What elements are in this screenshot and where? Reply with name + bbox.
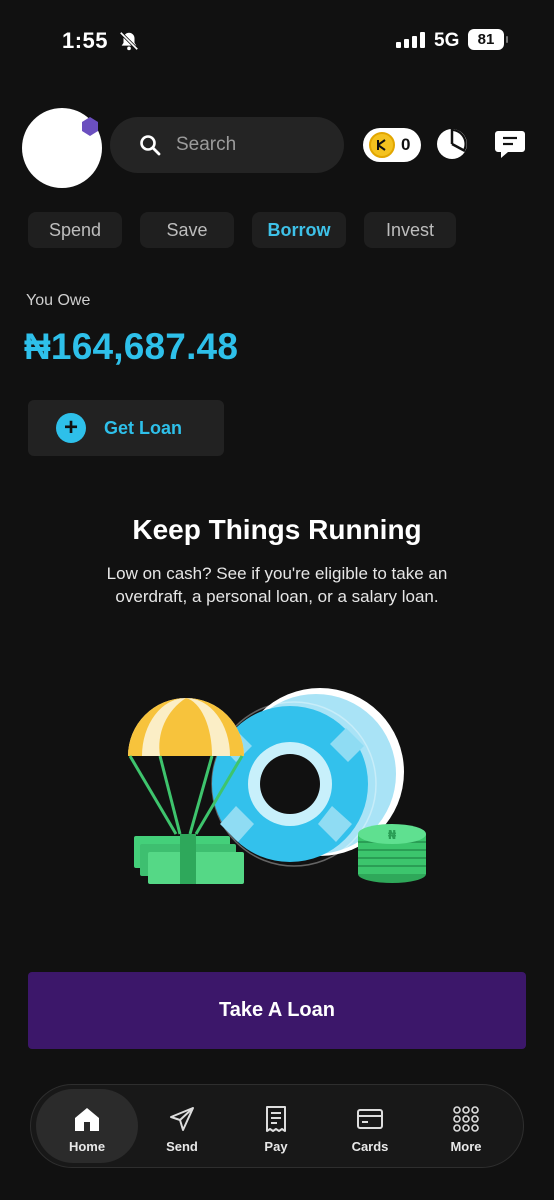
signal-icon (396, 32, 425, 48)
card-icon (357, 1109, 383, 1129)
plus-icon: + (56, 413, 86, 443)
get-loan-button[interactable]: + Get Loan (28, 400, 224, 456)
nav-cards-label: Cards (351, 1139, 389, 1154)
take-loan-button[interactable]: Take A Loan (28, 972, 526, 1049)
nav-send-label: Send (166, 1139, 198, 1154)
coin-icon (369, 132, 395, 158)
nav-send[interactable]: Send (135, 1089, 229, 1163)
status-bar: 1:55 5G 81 (0, 26, 554, 58)
search-placeholder: Search (176, 134, 237, 155)
promo-title: Keep Things Running (132, 514, 422, 545)
nav-home-label: Home (68, 1139, 106, 1154)
network-type: 5G (434, 30, 460, 51)
search-input[interactable]: Search (110, 117, 344, 173)
nav-pay[interactable]: Pay (229, 1089, 323, 1163)
tab-borrow[interactable]: Borrow (252, 212, 346, 248)
svg-text:₦: ₦ (388, 828, 397, 842)
get-loan-label: Get Loan (104, 417, 183, 438)
nav-more-label: More (450, 1139, 482, 1154)
nav-more[interactable]: More (419, 1089, 513, 1163)
tab-save[interactable]: Save (140, 212, 234, 248)
send-icon (170, 1107, 194, 1131)
receipt-icon (266, 1106, 286, 1132)
grid-icon (453, 1106, 479, 1132)
battery-indicator: 81 (468, 29, 508, 50)
owe-amount: ₦164,687.48 (24, 326, 239, 367)
search-icon (140, 135, 161, 156)
nav-pay-label: Pay (264, 1139, 288, 1154)
loan-illustration: ₦ (128, 688, 426, 884)
nav-cards[interactable]: Cards (323, 1089, 417, 1163)
bottom-nav: Home Send Pay Cards More (30, 1084, 524, 1168)
home-icon (75, 1108, 99, 1131)
bell-muted-icon (119, 31, 139, 51)
tab-spend[interactable]: Spend (28, 212, 122, 248)
nav-home[interactable]: Home (36, 1089, 138, 1163)
status-time: 1:55 (62, 28, 109, 53)
pie-chart-icon[interactable] (436, 128, 468, 160)
chat-icon[interactable] (494, 129, 526, 159)
avatar[interactable] (20, 102, 106, 190)
rewards-coin-button[interactable]: 0 (363, 128, 421, 162)
owe-label: You Owe (26, 292, 91, 309)
promo-subtitle: Low on cash? See if you're eligible to t… (106, 564, 448, 606)
coin-count: 0 (401, 135, 411, 154)
tab-invest[interactable]: Invest (364, 212, 456, 248)
